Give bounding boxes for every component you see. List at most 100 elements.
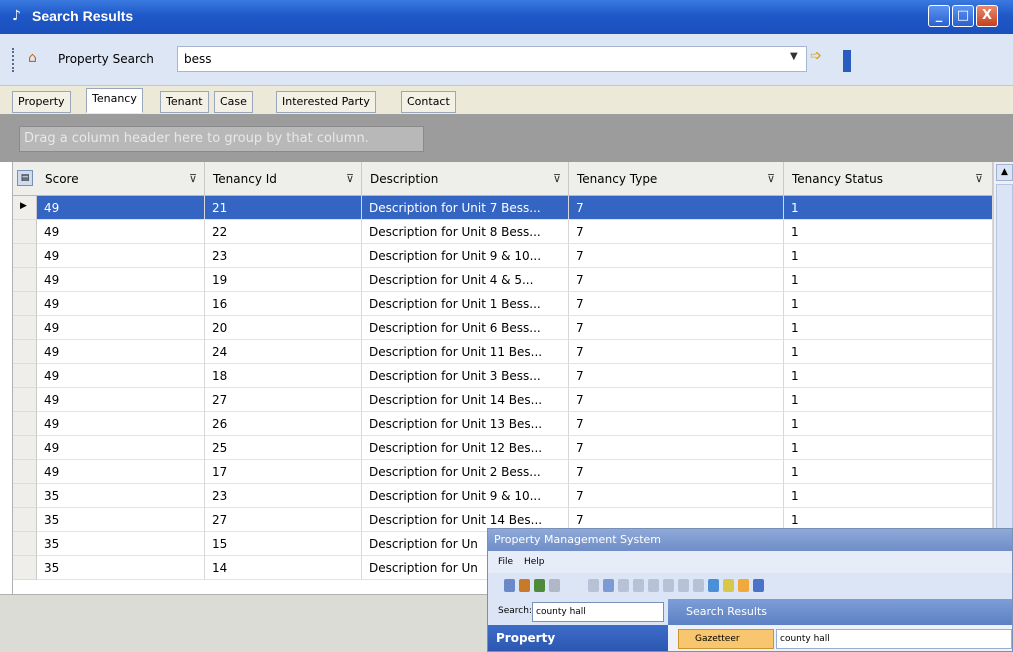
filter-icon[interactable]: ⊽ [346, 162, 354, 196]
table-cell[interactable]: 49 [37, 412, 205, 436]
table-cell[interactable]: 7 [569, 268, 784, 292]
toolbar-icon[interactable] [693, 579, 704, 592]
toolbar-grip[interactable] [12, 48, 15, 72]
table-cell[interactable]: 35 [37, 508, 205, 532]
table-cell[interactable]: Description for Unit 4 & 5... [362, 268, 569, 292]
row-selector[interactable] [13, 484, 37, 508]
table-row[interactable]: 49 16 Description for Unit 1 Bess... 7 1 [13, 292, 993, 316]
table-cell[interactable]: 49 [37, 268, 205, 292]
table-cell[interactable]: 49 [37, 340, 205, 364]
tab-property[interactable]: Property [12, 91, 71, 113]
table-cell[interactable]: 1 [784, 292, 993, 316]
toolbar-icon[interactable] [753, 579, 764, 592]
table-cell[interactable]: 49 [37, 316, 205, 340]
table-cell[interactable]: Description for Unit 8 Bess... [362, 220, 569, 244]
row-selector[interactable] [13, 340, 37, 364]
table-cell[interactable]: 7 [569, 316, 784, 340]
table-cell[interactable]: 1 [784, 220, 993, 244]
row-selector[interactable] [13, 388, 37, 412]
table-row[interactable]: ▶ 49 21 Description for Unit 7 Bess... 7 1 [13, 196, 993, 220]
table-cell[interactable]: 1 [784, 460, 993, 484]
table-cell[interactable]: 27 [205, 388, 362, 412]
table-cell[interactable]: 21 [205, 196, 362, 220]
row-selector[interactable] [13, 556, 37, 580]
table-cell[interactable]: 1 [784, 364, 993, 388]
column-header-tenancy-type[interactable]: Tenancy Type [569, 162, 784, 196]
table-cell[interactable]: 49 [37, 436, 205, 460]
toolbar-icon[interactable] [663, 579, 674, 592]
table-cell[interactable]: 1 [784, 388, 993, 412]
search-dropdown-icon[interactable]: ▼ [790, 51, 798, 62]
table-cell[interactable]: 1 [784, 316, 993, 340]
toolbar-icon[interactable] [678, 579, 689, 592]
tab-interested-party[interactable]: Interested Party [276, 91, 376, 113]
table-cell[interactable]: Description for Unit 12 Bes... [362, 436, 569, 460]
filter-icon[interactable]: ⊽ [767, 162, 775, 196]
table-cell[interactable]: 19 [205, 268, 362, 292]
table-row[interactable]: 49 23 Description for Unit 9 & 10... 7 1 [13, 244, 993, 268]
table-cell[interactable]: 49 [37, 388, 205, 412]
table-cell[interactable]: Description for Unit 13 Bes... [362, 412, 569, 436]
tab-tenant[interactable]: Tenant [160, 91, 209, 113]
table-cell[interactable]: 16 [205, 292, 362, 316]
table-cell[interactable]: 49 [37, 220, 205, 244]
table-cell[interactable]: 1 [784, 412, 993, 436]
table-cell[interactable]: 7 [569, 220, 784, 244]
column-header-tenancy-id[interactable]: Tenancy Id [205, 162, 362, 196]
table-cell[interactable]: 25 [205, 436, 362, 460]
table-cell[interactable]: 7 [569, 244, 784, 268]
table-cell[interactable]: 23 [205, 484, 362, 508]
close-button[interactable]: X [976, 5, 998, 27]
toolbar-icon[interactable] [708, 579, 719, 592]
toolbar-icon[interactable] [549, 579, 560, 592]
table-cell[interactable]: 7 [569, 436, 784, 460]
table-cell[interactable]: 35 [37, 556, 205, 580]
row-selector[interactable] [13, 532, 37, 556]
toolbar-icon[interactable] [738, 579, 749, 592]
table-cell[interactable]: 22 [205, 220, 362, 244]
table-cell[interactable]: 20 [205, 316, 362, 340]
group-by-area[interactable]: Drag a column header here to group by th… [0, 114, 1013, 162]
table-cell[interactable]: 23 [205, 244, 362, 268]
table-cell[interactable]: 49 [37, 460, 205, 484]
row-selector[interactable] [13, 316, 37, 340]
table-cell[interactable]: 49 [37, 292, 205, 316]
table-cell[interactable]: 7 [569, 292, 784, 316]
table-row[interactable]: 49 25 Description for Unit 12 Bes... 7 1 [13, 436, 993, 460]
toolbar-icon[interactable] [633, 579, 644, 592]
toolbar-icon[interactable] [519, 579, 530, 592]
table-cell[interactable]: 27 [205, 508, 362, 532]
inset-search-input[interactable]: county hall [532, 602, 664, 622]
table-cell[interactable]: 1 [784, 196, 993, 220]
table-cell[interactable]: 7 [569, 364, 784, 388]
scroll-up-icon[interactable]: ▲ [996, 164, 1013, 181]
table-row[interactable]: 49 17 Description for Unit 2 Bess... 7 1 [13, 460, 993, 484]
table-cell[interactable]: 1 [784, 436, 993, 460]
table-cell[interactable]: 7 [569, 388, 784, 412]
toolbar-icon[interactable] [504, 579, 515, 592]
table-cell[interactable]: 49 [37, 196, 205, 220]
row-selector[interactable] [13, 436, 37, 460]
row-selector[interactable] [13, 364, 37, 388]
menu-file[interactable]: File [498, 557, 513, 567]
filter-icon[interactable]: ⊽ [189, 162, 197, 196]
tab-contact[interactable]: Contact [401, 91, 456, 113]
toolbar-icon[interactable] [648, 579, 659, 592]
column-header-tenancy-status[interactable]: Tenancy Status [784, 162, 993, 196]
table-cell[interactable]: Description for Unit 7 Bess... [362, 196, 569, 220]
table-row[interactable]: 49 19 Description for Unit 4 & 5... 7 1 [13, 268, 993, 292]
search-go-icon[interactable]: ➩ [810, 48, 822, 64]
table-cell[interactable]: 35 [37, 484, 205, 508]
toolbar-icon[interactable] [603, 579, 614, 592]
table-cell[interactable]: Description for Unit 9 & 10... [362, 484, 569, 508]
row-selector[interactable] [13, 244, 37, 268]
table-cell[interactable]: Description for Unit 1 Bess... [362, 292, 569, 316]
table-cell[interactable]: 7 [569, 484, 784, 508]
table-cell[interactable]: Description for Unit 11 Bes... [362, 340, 569, 364]
tab-case[interactable]: Case [214, 91, 253, 113]
table-cell[interactable]: 26 [205, 412, 362, 436]
row-selector[interactable] [13, 268, 37, 292]
table-cell[interactable]: 1 [784, 340, 993, 364]
table-cell[interactable]: 7 [569, 196, 784, 220]
table-cell[interactable]: 7 [569, 340, 784, 364]
